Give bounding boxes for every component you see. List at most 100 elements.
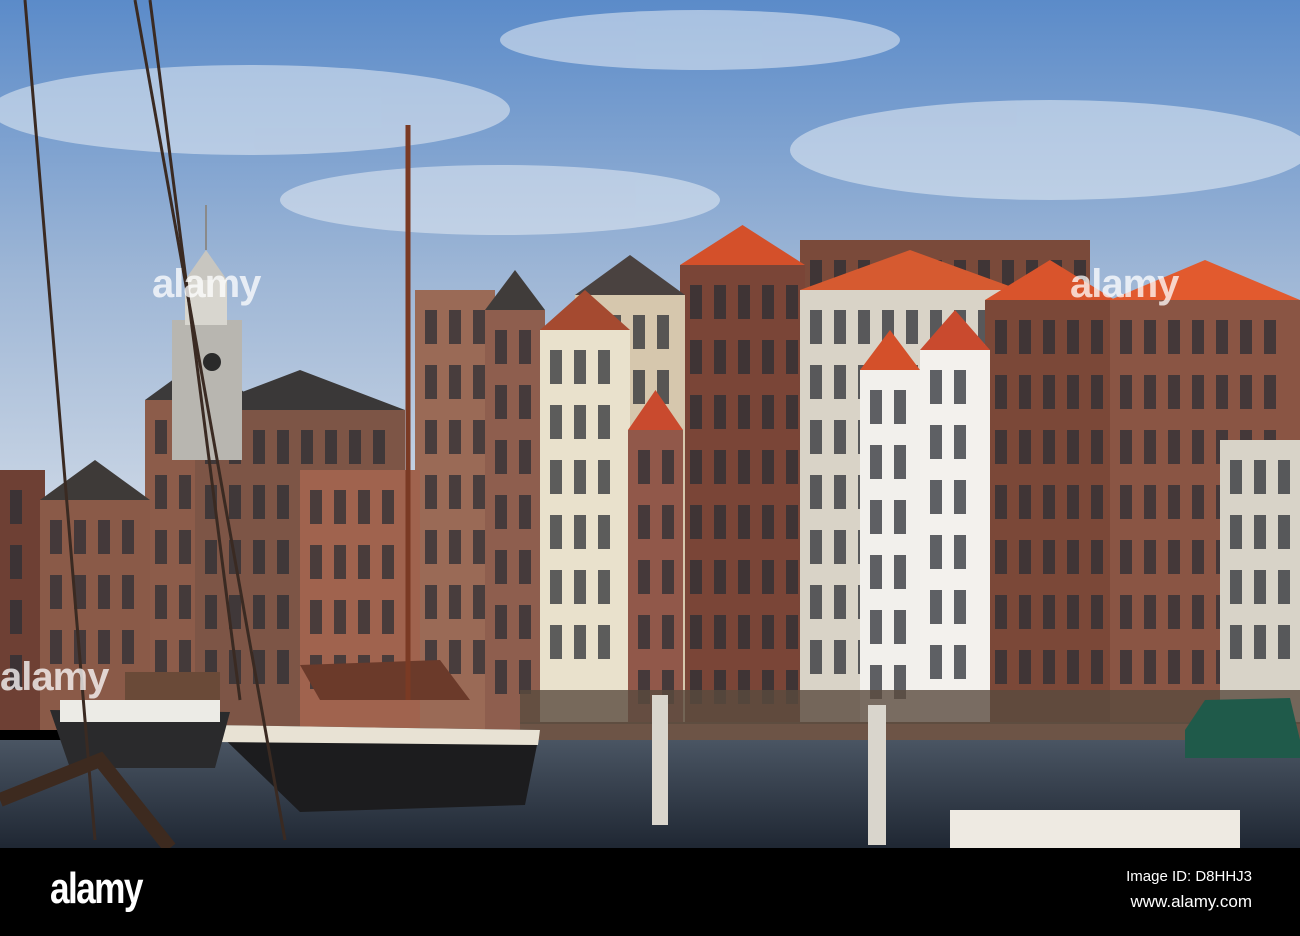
house-window [373,430,385,464]
house-window [690,450,702,484]
house-window [425,420,437,454]
house-window [574,460,586,494]
house-window [449,420,461,454]
house-window [473,585,485,619]
house-window [1192,540,1204,574]
house-window [473,420,485,454]
house-window [519,605,531,639]
house-window [638,505,650,539]
house-window [277,430,289,464]
house-window [894,500,906,534]
house-window [894,555,906,589]
house-window [550,460,562,494]
watermark-text: alamy [1070,262,1179,306]
stock-footer: alamy Image ID: D8HHJ3 www.alamy.com [0,848,1300,936]
house-window [786,505,798,539]
parked-car [1185,698,1300,758]
house-window [930,425,942,459]
house-window [550,350,562,384]
house-window [1192,375,1204,409]
house-window [1120,595,1132,629]
house-window [550,625,562,659]
house-window [995,650,1007,684]
house-window [122,520,134,554]
house-window [930,535,942,569]
house-window [334,600,346,634]
alamy-logo: alamy [50,864,143,913]
house-window [1019,485,1031,519]
house-window [870,390,882,424]
house-window [954,590,966,624]
house-window [633,370,645,404]
house-window [349,430,361,464]
house-window [550,405,562,439]
house-window [714,615,726,649]
house-window [179,475,191,509]
house-window [930,645,942,679]
house-window [1216,320,1228,354]
house-window [786,340,798,374]
house-window [473,475,485,509]
house-window [738,560,750,594]
house-window [495,495,507,529]
house-facade [628,430,683,730]
house-window [495,660,507,694]
house-window [810,420,822,454]
house-window [995,540,1007,574]
house-window [382,490,394,524]
house-window [995,320,1007,354]
house-window [1067,320,1079,354]
house-window [834,420,846,454]
house-window [155,640,167,674]
house-window [205,540,217,574]
house-window [519,660,531,694]
house-window [574,570,586,604]
house-window [449,475,461,509]
house-window [449,640,461,674]
house-window [930,480,942,514]
stock-photo-frame: alamy alamy alamy alamy Image ID: D8HHJ3… [0,0,1300,936]
house-window [473,310,485,344]
house-window [122,630,134,664]
house-window [894,610,906,644]
house-window [495,605,507,639]
house-window [179,530,191,564]
house-window [1091,650,1103,684]
house-window [1264,375,1276,409]
house-window [1278,460,1290,494]
house-window [519,330,531,364]
house-window [1144,375,1156,409]
house-window [1168,320,1180,354]
house-window [1043,320,1055,354]
house-window [1230,515,1242,549]
house-window [1192,430,1204,464]
house-window [834,475,846,509]
house-window [50,520,62,554]
house-window [1043,485,1055,519]
house-window [277,650,289,684]
house-window [1019,320,1031,354]
house-window [277,540,289,574]
house-window [98,575,110,609]
house-window [519,385,531,419]
house-window [810,640,822,674]
house-window [1254,460,1266,494]
house-window [786,285,798,319]
house-window [179,640,191,674]
house-window [598,515,610,549]
house-window [519,550,531,584]
house-window [1043,375,1055,409]
house-window [155,475,167,509]
house-window [662,560,674,594]
house-window [762,560,774,594]
house-window [762,615,774,649]
house-window [253,430,265,464]
quay-fence [520,690,1300,724]
house-window [425,585,437,619]
house-window [1240,375,1252,409]
house-facade [860,370,920,730]
house-window [1254,625,1266,659]
house-window [1067,430,1079,464]
house-window [495,385,507,419]
house-window [810,310,822,344]
